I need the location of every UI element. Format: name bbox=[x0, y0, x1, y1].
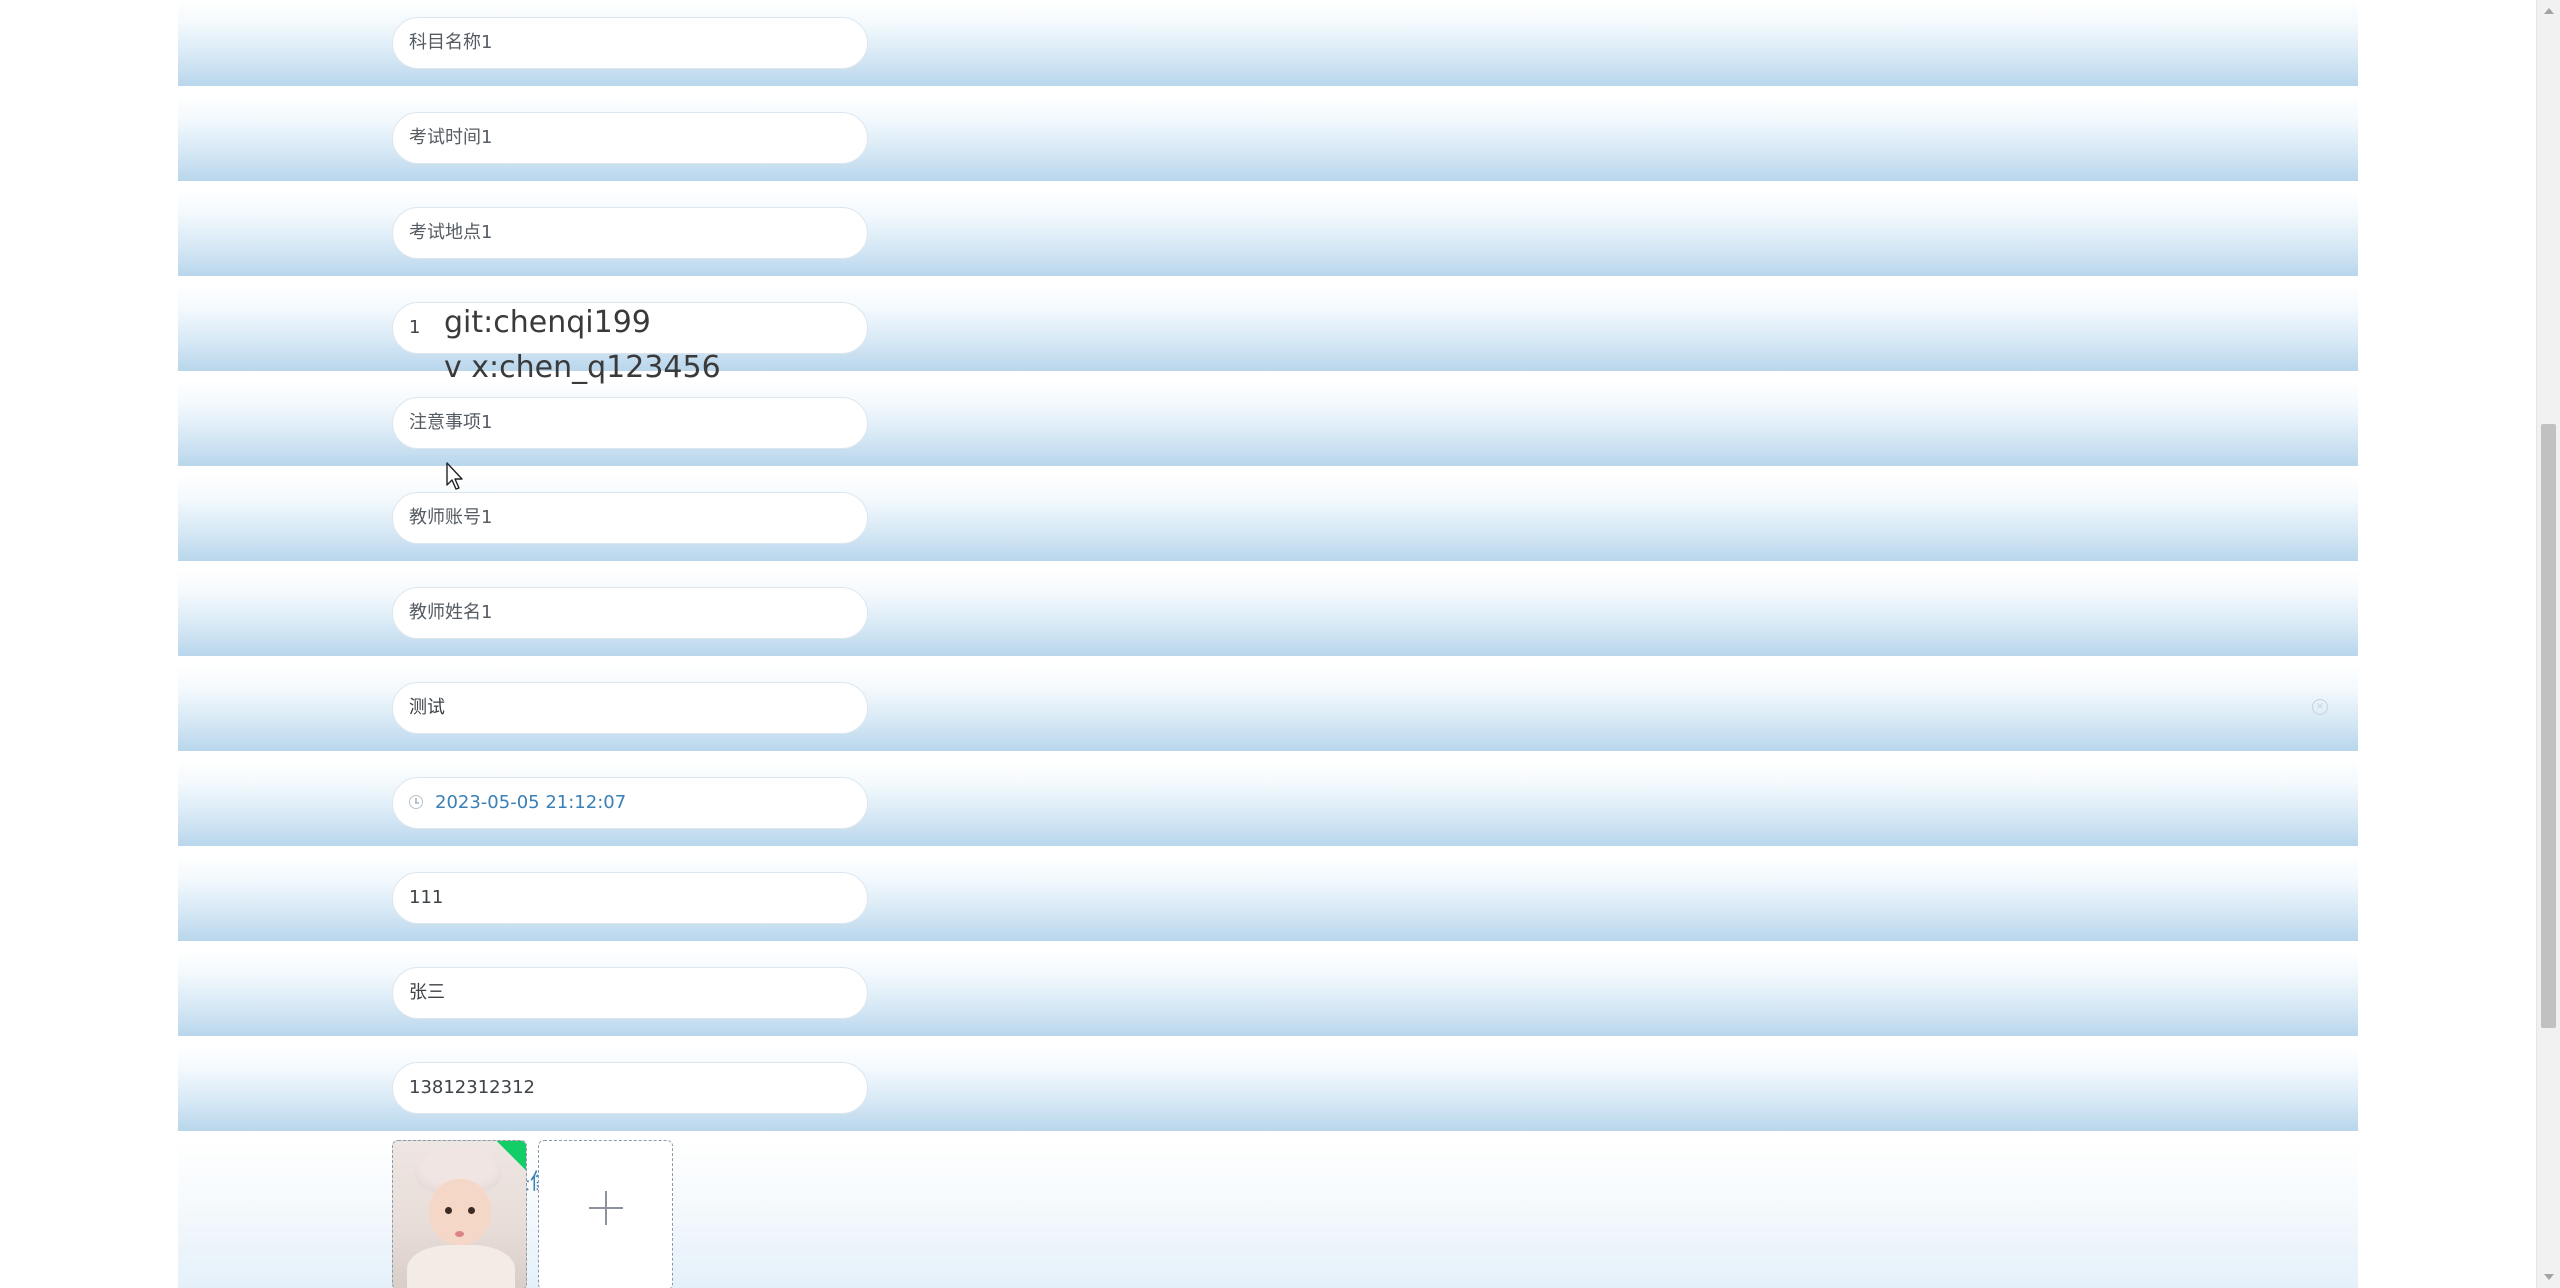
scrollbar-thumb[interactable] bbox=[2541, 424, 2556, 1028]
form-row-exam-time: 考试时间 考试时间1 bbox=[178, 95, 2358, 181]
phone-input[interactable]: 13812312312 bbox=[392, 1062, 868, 1114]
mouse-cursor-icon bbox=[446, 462, 463, 490]
page: 科目名称 科目名称1 考试时间 考试时间1 考试地点 考试地点1 报名费用 1 … bbox=[0, 0, 2560, 1288]
form-row-teacher-account: 教师账号 教师账号1 bbox=[178, 475, 2358, 561]
form-row-exam-application: 考试申请 测试 × bbox=[178, 665, 2358, 751]
exam-registration-form: 科目名称 科目名称1 考试时间 考试时间1 考试地点 考试地点1 报名费用 1 … bbox=[178, 0, 2358, 1288]
registration-time-picker[interactable]: 2023-05-05 21:12:07 bbox=[392, 777, 868, 829]
avatar-image[interactable] bbox=[392, 1140, 527, 1288]
avatar-body bbox=[407, 1245, 515, 1288]
vertical-scrollbar[interactable] bbox=[2536, 0, 2560, 1288]
registration-fee-input[interactable]: 1 bbox=[392, 302, 868, 354]
avatar-eye-left bbox=[445, 1207, 452, 1214]
form-row-invigilator: 监考老师 教师姓名1 bbox=[178, 570, 2358, 656]
form-row-phone: 手机号码 13812312312 bbox=[178, 1045, 2358, 1131]
teacher-account-input[interactable]: 教师账号1 bbox=[392, 492, 868, 544]
scroll-down-arrow-icon[interactable] bbox=[2544, 1274, 2554, 1280]
form-row-avatar: 头像 bbox=[178, 1140, 2358, 1288]
subject-name-input[interactable]: 科目名称1 bbox=[392, 17, 868, 69]
form-row-student-id: 学号 111 bbox=[178, 855, 2358, 941]
clock-icon bbox=[409, 795, 423, 809]
student-id-input[interactable]: 111 bbox=[392, 872, 868, 924]
exam-location-input[interactable]: 考试地点1 bbox=[392, 207, 868, 259]
form-row-registration-time: 报名时间 2023-05-05 21:12:07 bbox=[178, 760, 2358, 846]
plus-icon bbox=[589, 1191, 623, 1225]
form-row-exam-location: 考试地点 考试地点1 bbox=[178, 190, 2358, 276]
avatar-upload-button[interactable] bbox=[538, 1140, 673, 1288]
notes-input[interactable]: 注意事项1 bbox=[392, 397, 868, 449]
exam-time-input[interactable]: 考试时间1 bbox=[392, 112, 868, 164]
form-row-notes: 注意事项 注意事项1 bbox=[178, 380, 2358, 466]
scroll-up-arrow-icon[interactable] bbox=[2544, 8, 2554, 14]
student-name-input[interactable]: 张三 bbox=[392, 967, 868, 1019]
form-row-subject-name: 科目名称 科目名称1 bbox=[178, 0, 2358, 86]
invigilator-input[interactable]: 教师姓名1 bbox=[392, 587, 868, 639]
avatar-eye-right bbox=[468, 1207, 475, 1214]
form-row-student-name: 学生姓名 张三 bbox=[178, 950, 2358, 1036]
circle-close-icon[interactable]: × bbox=[2312, 699, 2328, 715]
avatar-mouth bbox=[455, 1231, 464, 1237]
form-row-registration-fee: 报名费用 1 bbox=[178, 285, 2358, 371]
registration-time-value: 2023-05-05 21:12:07 bbox=[435, 792, 627, 813]
exam-application-select[interactable]: 测试 bbox=[392, 682, 868, 734]
